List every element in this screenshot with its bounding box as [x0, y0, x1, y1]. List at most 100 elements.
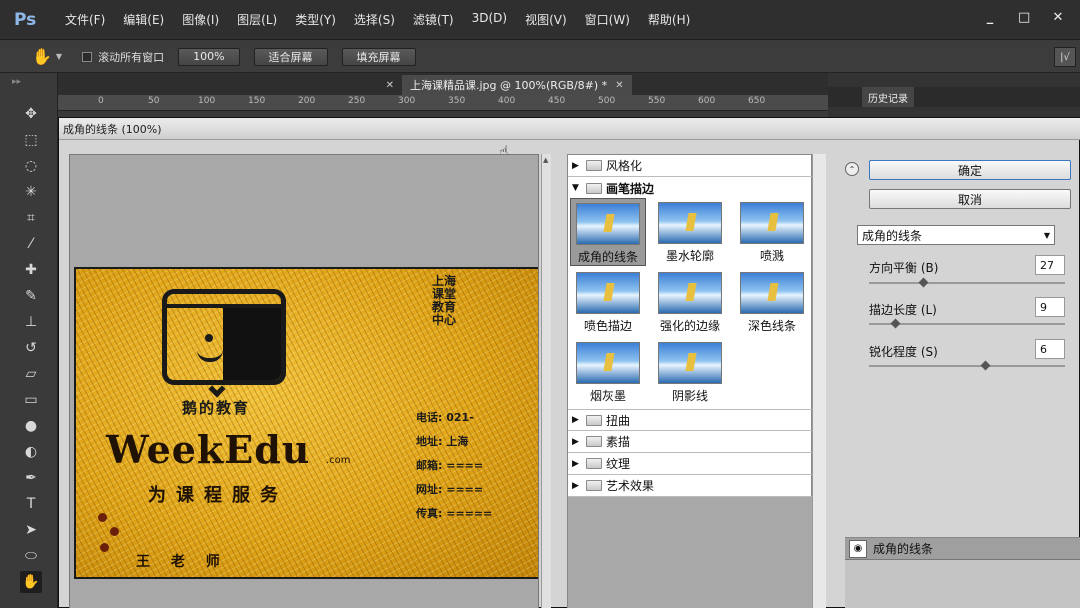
expand-arrow-icon[interactable]: ▶ — [572, 459, 586, 469]
history-brush-tool-icon[interactable]: ↺ — [20, 337, 42, 359]
marquee-tool-icon[interactable]: ⬚ — [20, 129, 42, 151]
gradient-tool-icon[interactable]: ▭ — [20, 389, 42, 411]
filter-thumb-sprayed-strokes[interactable]: 喷色描边 — [570, 268, 646, 336]
collapse-gallery-icon[interactable]: ⌃ — [845, 162, 859, 176]
magic-wand-tool-icon[interactable]: ✳ — [20, 181, 42, 203]
slider-thumb[interactable] — [918, 277, 929, 288]
ok-button[interactable]: 确定 — [869, 160, 1071, 180]
scroll-all-windows-checkbox[interactable] — [82, 51, 93, 62]
shape-tool-icon[interactable]: ⬭ — [20, 545, 42, 567]
fit-screen-button[interactable]: 适合屏幕 — [253, 47, 328, 66]
scroll-up-icon[interactable]: ▲ — [543, 156, 548, 164]
cancel-button[interactable]: 取消 — [869, 189, 1071, 209]
category-artistic[interactable]: ▶ 艺术效果 — [568, 475, 813, 497]
contact-line: 传真: ===== — [416, 507, 493, 520]
healing-brush-tool-icon[interactable]: ✚ — [20, 259, 42, 281]
menu-filter[interactable]: 滤镜(T) — [404, 11, 463, 28]
filter-thumb-sumi-e[interactable]: 烟灰墨 — [570, 338, 646, 406]
logo-bar — [167, 294, 281, 308]
filter-select[interactable]: 成角的线条 ▼ — [857, 225, 1055, 245]
hand-tool-icon[interactable]: ✋ — [20, 571, 42, 593]
filter-thumb-spatter[interactable]: 喷溅 — [734, 198, 810, 266]
tool-panel: ▸▸ ✥ ⬚ ◌ ✳ ⌗ ⁄ ✚ ✎ ⊥ ↺ ▱ ▭ ● ◐ ✒ T ➤ ⬭ ✋ — [0, 73, 58, 608]
param-direction-balance-input[interactable]: 27 — [1035, 255, 1065, 275]
brush-tool-icon[interactable]: ✎ — [20, 285, 42, 307]
pen-tool-icon[interactable]: ✒ — [20, 467, 42, 489]
category-brush-strokes[interactable]: ▼ 画笔描边 — [568, 177, 813, 199]
stamp-tool-icon[interactable]: ⊥ — [20, 311, 42, 333]
workspace-button[interactable]: |√ — [1054, 47, 1076, 67]
blur-tool-icon[interactable]: ● — [20, 415, 42, 437]
gallery-scrollbar[interactable] — [812, 154, 826, 608]
expand-arrow-icon[interactable]: ▶ — [572, 415, 586, 425]
category-distort[interactable]: ▶ 扭曲 — [568, 409, 813, 431]
menu-layer[interactable]: 图层(L) — [228, 11, 286, 28]
slider-thumb[interactable] — [980, 360, 991, 371]
collapse-arrow-icon[interactable]: ▼ — [572, 183, 586, 193]
eraser-tool-icon[interactable]: ▱ — [20, 363, 42, 385]
lasso-tool-icon[interactable]: ◌ — [20, 155, 42, 177]
expand-arrow-icon[interactable]: ▶ — [572, 161, 586, 171]
param-sharpness-input[interactable]: 6 — [1035, 339, 1065, 359]
eye-icon[interactable]: ◉ — [849, 539, 867, 558]
menu-file[interactable]: 文件(F) — [56, 11, 114, 28]
preview-area[interactable]: 鹅的教育 WeekEdu .com 为课程服务 王 老 师 上海课堂教育中心 电… — [69, 154, 539, 608]
contact-block: 电话: 021- 地址: 上海 邮箱: ==== 网址: ==== 传真: ==… — [416, 409, 506, 529]
filter-thumb-ink-outlines[interactable]: 墨水轮廓 — [652, 198, 728, 266]
param-stroke-length-slider[interactable] — [869, 318, 1065, 329]
dropdown-arrow-icon[interactable]: ▼ — [1044, 231, 1050, 240]
ruler-tick: 400 — [498, 96, 516, 106]
filter-thumbnail — [740, 202, 804, 244]
slider-thumb[interactable] — [890, 318, 900, 329]
ruler-tick: 600 — [698, 96, 716, 106]
filter-thumb-accented-edges[interactable]: 强化的边缘 — [652, 268, 728, 336]
eyedropper-tool-icon[interactable]: ⁄ — [20, 233, 42, 255]
crop-tool-icon[interactable]: ⌗ — [20, 207, 42, 229]
expand-arrow-icon[interactable]: ▶ — [572, 437, 586, 447]
menu-edit[interactable]: 编辑(E) — [114, 11, 173, 28]
logo-mark — [162, 289, 286, 385]
contact-line: 地址: 上海 — [416, 435, 469, 448]
move-tool-icon[interactable]: ✥ — [20, 103, 42, 125]
menu-type[interactable]: 类型(Y) — [286, 11, 345, 28]
fill-screen-button[interactable]: 填充屏幕 — [341, 47, 416, 66]
filter-thumbnail — [576, 272, 640, 314]
param-sharpness-slider[interactable] — [869, 360, 1065, 371]
category-texture[interactable]: ▶ 纹理 — [568, 453, 813, 475]
menu-3d[interactable]: 3D(D) — [463, 11, 516, 28]
ruler-tick: 350 — [448, 96, 466, 106]
tab-history[interactable]: 历史记录 — [862, 87, 914, 107]
dodge-tool-icon[interactable]: ◐ — [20, 441, 42, 463]
path-selection-tool-icon[interactable]: ➤ — [20, 519, 42, 541]
actual-pixels-button[interactable]: 100% — [178, 47, 240, 66]
menu-view[interactable]: 视图(V) — [516, 11, 576, 28]
type-tool-icon[interactable]: T — [20, 493, 42, 515]
maximize-icon[interactable]: □ — [1018, 10, 1030, 25]
menu-window[interactable]: 窗口(W) — [576, 11, 639, 28]
tool-preset-dropdown-icon[interactable]: ▼ — [56, 52, 62, 61]
menu-help[interactable]: 帮助(H) — [639, 11, 699, 28]
close-icon[interactable]: ✕ — [386, 80, 394, 91]
panel-grip-icon[interactable]: ▸▸ — [12, 77, 21, 87]
tab-document-active[interactable]: 上海课精品课.jpg @ 100%(RGB/8#) * ✕ — [402, 75, 632, 95]
category-stylize[interactable]: ▶ 风格化 — [568, 155, 813, 177]
param-stroke-length-input[interactable]: 9 — [1035, 297, 1065, 317]
close-icon[interactable]: ✕ — [615, 80, 623, 91]
filter-thumb-crosshatch[interactable]: 阴影线 — [652, 338, 728, 406]
hand-tool-icon[interactable]: ✋ — [32, 47, 52, 66]
right-panel-tabs: 历史记录 — [828, 87, 1080, 107]
category-sketch[interactable]: ▶ 素描 — [568, 431, 813, 453]
expand-arrow-icon[interactable]: ▶ — [572, 481, 586, 491]
ruler-tick: 100 — [198, 96, 216, 106]
preview-scrollbar[interactable]: ▲ — [541, 154, 551, 608]
menu-image[interactable]: 图像(I) — [173, 11, 228, 28]
effect-layer-row[interactable]: ◉ 成角的线条 — [845, 538, 1080, 560]
filter-thumbnail — [576, 342, 640, 384]
close-icon[interactable]: ✕ — [1052, 10, 1064, 25]
filter-thumb-dark-strokes[interactable]: 深色线条 — [734, 268, 810, 336]
menu-select[interactable]: 选择(S) — [345, 11, 404, 28]
param-direction-balance-slider[interactable] — [869, 277, 1065, 288]
tab-document-background[interactable]: ✕ — [58, 75, 402, 95]
minimize-icon[interactable]: _ — [984, 10, 996, 25]
filter-thumb-angled-strokes[interactable]: 成角的线条 — [570, 198, 646, 266]
